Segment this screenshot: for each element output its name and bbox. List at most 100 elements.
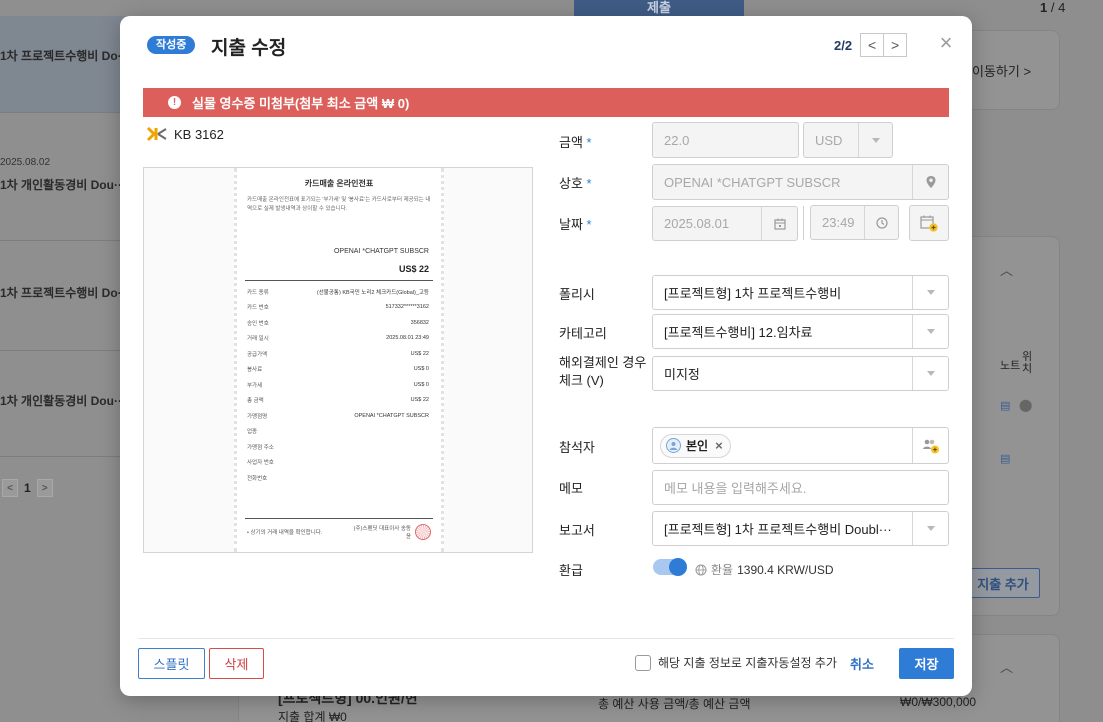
company-seal-icon xyxy=(415,524,431,540)
time-input[interactable]: 23:49 xyxy=(810,205,899,240)
submit-button[interactable]: 제출 xyxy=(574,0,744,16)
alert-text: 실물 영수증 미첨부(첨부 최소 금액 ₩ 0) xyxy=(192,96,410,111)
memo-label: 메모 xyxy=(559,481,583,496)
attendee-chip: 본인 × xyxy=(660,433,731,458)
chevron-left-icon: < xyxy=(867,37,877,53)
receipt-row: 사업자 번호 xyxy=(247,460,274,467)
prev-page-button[interactable]: < xyxy=(2,479,18,497)
receipt-title: 카드매출 온라인전표 xyxy=(304,179,374,188)
category-label: 카테고리 xyxy=(559,326,607,341)
auto-setting-label: 해당 지출 정보로 지출자동설정 추가 xyxy=(658,656,837,670)
currency-select[interactable]: USD xyxy=(803,122,893,158)
receipt-row: 봉사료 US$ 0 xyxy=(247,366,429,374)
overseas-payment-select[interactable]: 미지정 xyxy=(652,356,949,391)
receipt-missing-alert: ! 실물 영수증 미첨부(첨부 최소 금액 ₩ 0) xyxy=(143,88,949,117)
collapse-icon[interactable]: ︿ xyxy=(1000,657,1013,676)
policy-select[interactable]: [프로젝트형] 1차 프로젝트수행비 xyxy=(652,275,949,310)
list-item-date: 2025.08.02 xyxy=(0,157,51,168)
receipt-divider xyxy=(245,518,433,519)
chevron-right-icon: > xyxy=(890,37,900,53)
overseas-payment-label: 해외결제인 경우 체크 (V) xyxy=(559,355,647,388)
refund-label: 환급 xyxy=(559,563,583,578)
report-select[interactable]: [프로젝트형] 1차 프로젝트수행비 Doubl··· xyxy=(652,511,949,546)
receipt-row: 가맹점 주소 xyxy=(247,444,274,451)
alert-icon: ! xyxy=(168,96,181,109)
note-icon[interactable]: ▤ xyxy=(1000,399,1010,412)
collapse-icon[interactable]: ︿ xyxy=(1000,260,1013,279)
move-link[interactable]: 이동하기 > xyxy=(972,61,1031,80)
list-divider xyxy=(0,350,140,351)
receipt-divider xyxy=(245,280,433,281)
dropdown-caret-icon xyxy=(912,276,948,309)
receipt-document: 카드매출 온라인전표 카드매출 온라인전표에 표기되는 '부가세' 및 '봉사료… xyxy=(234,168,444,552)
add-calendar-button[interactable] xyxy=(909,205,949,241)
note-icon[interactable]: ▤ xyxy=(1000,452,1010,465)
next-page-button[interactable]: > xyxy=(36,479,53,497)
location-pin-icon[interactable] xyxy=(912,165,948,199)
toggle-knob xyxy=(669,558,687,576)
add-expense-button[interactable]: 지출 추가 xyxy=(966,568,1040,598)
refund-toggle[interactable] xyxy=(653,558,687,576)
list-pagination: < 1 > xyxy=(2,479,53,497)
current-page: 1 xyxy=(24,481,31,495)
receipt-row: 업종 xyxy=(247,429,258,436)
expense-list-column: 1차 프로젝트수행비 Do··· 2025.08.02 1차 개인활동경비 Do… xyxy=(0,0,140,722)
attendee-input[interactable]: 본인 × xyxy=(652,427,949,464)
category-select[interactable]: [프로젝트수행비] 12.임차료 xyxy=(652,314,949,349)
footer-divider xyxy=(138,638,954,639)
card-label: KB 3162 xyxy=(174,126,224,142)
receipt-description: 카드매출 온라인전표에 표기되는 '부가세' 및 '봉사료'는 카드사로부터 제… xyxy=(247,197,431,212)
report-label: 보고서 xyxy=(559,523,595,538)
add-attendee-icon[interactable] xyxy=(912,428,948,463)
amount-input[interactable]: 22.0 xyxy=(652,122,799,158)
attendee-label: 참석자 xyxy=(559,440,595,455)
auto-setting-option[interactable]: 해당 지출 정보로 지출자동설정 추가 xyxy=(635,654,837,671)
receipt-row: 공급가액 US$ 22 xyxy=(247,350,429,358)
save-button[interactable]: 저장 xyxy=(899,648,954,679)
kb-card-logo-icon xyxy=(146,126,167,142)
list-item[interactable]: 1차 프로젝트수행비 Do··· xyxy=(0,284,140,301)
user-avatar-icon xyxy=(666,438,681,453)
calendar-icon[interactable] xyxy=(761,207,797,240)
cancel-button[interactable]: 취소 xyxy=(844,648,880,679)
split-button[interactable]: 스플릿 xyxy=(138,648,205,679)
date-label: 날짜 * xyxy=(559,217,592,232)
dropdown-caret-icon xyxy=(858,123,892,157)
list-divider xyxy=(0,112,140,113)
receipt-preview[interactable]: 카드매출 온라인전표 카드매출 온라인전표에 표기되는 '부가세' 및 '봉사료… xyxy=(143,167,533,553)
receipt-row: 총 금액 US$ 22 xyxy=(247,397,429,405)
location-column-header: 위 치 xyxy=(1022,351,1033,375)
globe-icon xyxy=(695,564,707,575)
date-input[interactable]: 2025.08.01 xyxy=(652,206,798,241)
card-info: KB 3162 xyxy=(146,126,224,142)
memo-input[interactable]: 메모 내용을 입력해주세요. xyxy=(652,470,949,505)
expense-pager: 2/2 < > xyxy=(834,33,908,57)
merchant-label: 상호 * xyxy=(559,176,592,191)
receipt-rows: 카드 종류 (선불공통) KB국민 노리2 체크카드(Global)_고등 카드 … xyxy=(247,284,429,486)
list-item[interactable]: 1차 프로젝트수행비 Do··· xyxy=(0,47,140,64)
budget-label: 총 예산 사용 금액/총 예산 금액 xyxy=(598,697,751,711)
clock-icon[interactable] xyxy=(864,206,898,239)
calendar-add-icon xyxy=(920,215,938,232)
receipt-row: 거래 일시 2025.08.01 23:49 xyxy=(247,335,429,343)
remove-attendee-icon[interactable]: × xyxy=(715,438,723,453)
note-column-header: 노트 xyxy=(1000,360,1021,372)
receipt-row: 승인 번호 356832 xyxy=(247,319,429,327)
next-expense-button[interactable]: > xyxy=(883,33,908,57)
selected-list-item-highlight xyxy=(0,16,140,112)
receipt-row: 카드 종류 (선불공통) KB국민 노리2 체크카드(Global)_고등 xyxy=(247,289,429,296)
list-divider xyxy=(0,456,140,457)
close-icon[interactable]: × xyxy=(936,32,956,54)
dropdown-caret-icon xyxy=(912,512,948,545)
dropdown-caret-icon xyxy=(912,315,948,348)
modal-title: 지출 수정 xyxy=(211,38,287,59)
list-item[interactable]: 1차 개인활동경비 Dou··· xyxy=(0,392,140,409)
prev-expense-button[interactable]: < xyxy=(860,33,885,57)
merchant-input[interactable]: OPENAI *CHATGPT SUBSCR xyxy=(652,164,949,200)
date-time-separator xyxy=(803,206,804,240)
list-item[interactable]: 1차 개인활동경비 Dou··· xyxy=(0,176,140,193)
receipt-footer: • 상기의 거래 내역을 확인합니다. (주)스펜딧 대표이사 송동윤 xyxy=(247,524,431,540)
auto-setting-checkbox[interactable] xyxy=(635,654,651,671)
expense-total: 지출 합계 ₩0 xyxy=(278,710,347,722)
delete-button[interactable]: 삭제 xyxy=(209,648,264,679)
